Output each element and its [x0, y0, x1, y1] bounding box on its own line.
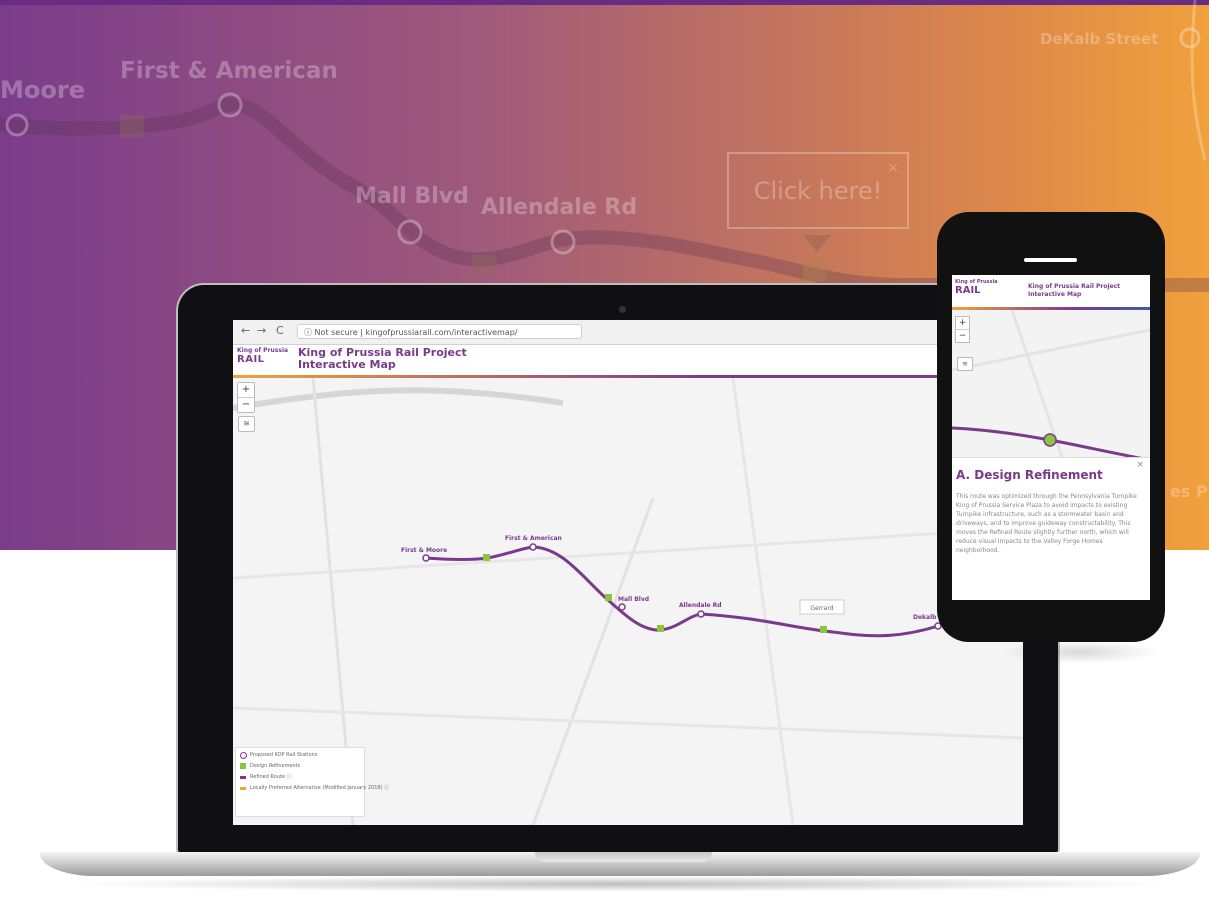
phone-app-header: King of Prussia RAIL King of Prussia Rai…	[952, 275, 1150, 309]
logo-wordmark: RAIL	[237, 354, 265, 365]
legend-row-refinements: Design Refinements	[240, 762, 360, 773]
banner-label-dekalb: DeKalb Street	[1040, 30, 1159, 48]
banner-refinement-marker	[120, 115, 144, 137]
laptop-camera	[619, 306, 626, 313]
legend-label: Proposed KOP Rail Stations	[250, 752, 318, 758]
legend-label[interactable]: Refined Route ⓘ	[250, 774, 292, 780]
banner-label-edge: es P	[1170, 482, 1208, 501]
refinement-square-icon	[240, 763, 246, 769]
banner-station-dekalb	[1179, 27, 1201, 49]
map-river	[233, 387, 564, 411]
phone-kop-rail-logo[interactable]: King of Prussia RAIL	[955, 279, 998, 296]
back-arrow-icon[interactable]: ←	[241, 324, 250, 337]
zoom-out-button[interactable]: −	[238, 398, 254, 412]
banner-label-first-american: First & American	[120, 58, 338, 84]
banner-label-allendale: Allendale Rd	[481, 195, 638, 220]
info-panel-title: A. Design Refinement	[956, 468, 1103, 482]
legend-row-lpa: Locally Preferred Alternative (Modified …	[240, 784, 389, 795]
map-station-allendale[interactable]	[697, 610, 705, 618]
phone-app-title-line-1: King of Prussia Rail Project	[1028, 283, 1121, 290]
map-callout-label: Gerrard	[810, 605, 833, 612]
address-bar[interactable]: ⓘ Not secure | kingofprussiarail.com/int…	[297, 324, 582, 339]
phone-logo-wordmark: RAIL	[955, 285, 981, 296]
map-label-first-american: First & American	[505, 535, 562, 542]
app-header: King of Prussia RAIL King of Prussia Rai…	[233, 345, 1023, 375]
map-road	[233, 526, 1023, 580]
forward-arrow-icon[interactable]: →	[257, 324, 266, 337]
logo-tagline: King of Prussia	[237, 347, 289, 354]
reload-icon[interactable]: C	[276, 324, 284, 337]
banner-refinement-marker	[803, 259, 827, 281]
map-station-first-moore[interactable]	[422, 554, 430, 562]
banner-callout-box: Click here! ×	[727, 152, 909, 229]
map-label-allendale: Allendale Rd	[679, 602, 722, 609]
kop-rail-logo[interactable]: King of Prussia RAIL	[237, 347, 295, 373]
phone-zoom-control: + −	[955, 316, 970, 343]
zoom-in-button[interactable]: +	[238, 383, 254, 398]
phone-zoom-in-button[interactable]: +	[956, 317, 969, 330]
phone-map-road	[952, 328, 1150, 372]
banner-callout-label: Click here!	[753, 176, 883, 205]
map-road	[233, 706, 1023, 740]
banner-label-moore: Moore	[0, 76, 85, 104]
info-panel-body: This route was optimized through the Pen…	[956, 493, 1137, 554]
legend-row-refined-route: Refined Route ⓘ	[240, 773, 360, 784]
phone-layers-icon[interactable]: ≋	[957, 357, 973, 371]
map-label-dekalb: Dekalb	[913, 614, 937, 621]
legend-row-stations: Proposed KOP Rail Stations	[240, 751, 360, 762]
phone-info-panel: × A. Design Refinement This route was op…	[952, 457, 1150, 600]
laptop-shadow	[60, 876, 1180, 892]
map-refinement-marker[interactable]	[820, 626, 827, 633]
route-line-icon	[240, 776, 246, 779]
phone-app-title-line-2: Interactive Map	[1028, 291, 1082, 298]
banner-callout-close-icon: ×	[887, 160, 899, 176]
app-title: King of Prussia Rail Project Interactive…	[298, 347, 467, 371]
phone-speaker	[1024, 258, 1077, 262]
app-title-line-2: Interactive Map	[298, 358, 396, 371]
phone-map[interactable]: + − ≋	[952, 310, 1150, 457]
map-legend: Proposed KOP Rail Stations Design Refine…	[235, 747, 389, 817]
phone-map-canvas[interactable]	[952, 310, 1150, 457]
phone-zoom-out-button[interactable]: −	[956, 330, 969, 342]
zoom-control: + −	[237, 382, 255, 413]
browser-toolbar: ← → C ⓘ Not secure | kingofprussiarail.c…	[233, 320, 1023, 345]
phone-shadow	[1000, 640, 1160, 664]
map-road	[731, 378, 795, 825]
map-refinement-marker[interactable]	[483, 554, 490, 561]
map-label-first-moore: First & Moore	[401, 547, 447, 554]
map-refinement-marker[interactable]	[605, 594, 612, 601]
legend-label[interactable]: Locally Preferred Alternative (Modified …	[250, 785, 389, 791]
map-label-mall-blvd: Mall Blvd	[618, 596, 649, 603]
interactive-map[interactable]: Gerrard First & Moore First & American M…	[233, 378, 1023, 825]
phone-refinement-marker[interactable]	[1043, 433, 1057, 447]
banner-refinement-marker	[472, 255, 496, 277]
close-icon[interactable]: ×	[1136, 460, 1144, 470]
map-refinement-marker[interactable]	[657, 625, 664, 632]
laptop-lid-notch	[535, 852, 712, 862]
banner-branch-line	[1190, 0, 1207, 161]
layers-icon[interactable]: ≋	[238, 416, 255, 432]
station-ring-icon	[240, 752, 247, 759]
banner-label-mall-blvd: Mall Blvd	[355, 184, 469, 209]
map-station-first-american[interactable]	[529, 543, 537, 551]
lpa-line-icon	[240, 787, 246, 790]
phone-screen: King of Prussia RAIL King of Prussia Rai…	[952, 275, 1150, 600]
map-station-mall-blvd[interactable]	[618, 603, 626, 611]
map-road	[531, 497, 655, 825]
laptop-screen: ← → C ⓘ Not secure | kingofprussiarail.c…	[233, 320, 1023, 825]
banner-callout-pointer	[803, 235, 831, 252]
legend-label: Design Refinements	[250, 763, 301, 769]
phone-app-title: King of Prussia Rail Project Interactive…	[1028, 283, 1120, 299]
